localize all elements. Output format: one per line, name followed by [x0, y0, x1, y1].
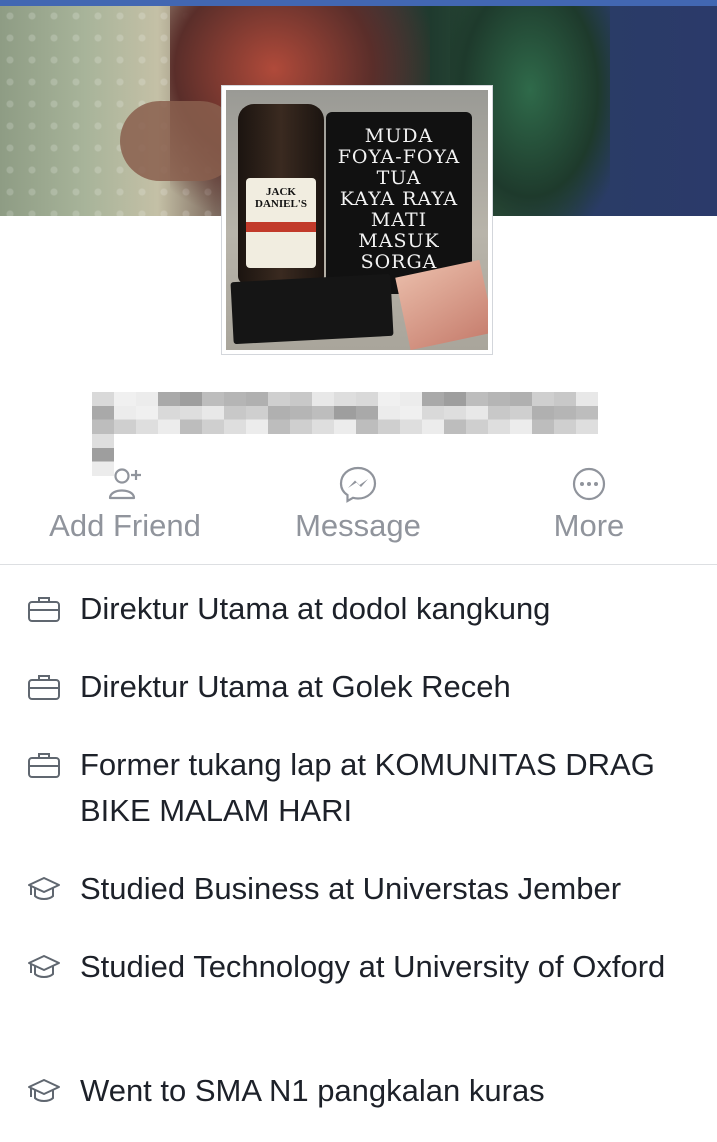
bottle-graphic: JACK DANIEL'S: [238, 104, 324, 284]
slogan-line: MUDA: [364, 125, 434, 147]
intro-item-text: Former tukang lap at KOMUNITAS DRAG BIKE…: [80, 747, 655, 828]
intro-item-text: Went to SMA N1 pangkalan kuras: [80, 1073, 545, 1108]
message-button[interactable]: Message: [268, 460, 448, 564]
redaction-pixel: [312, 392, 334, 434]
redaction-pixel: [554, 392, 576, 434]
intro-item-text: Studied Business at Universtas Jember: [80, 871, 622, 906]
redaction-pixel: [444, 392, 466, 434]
add-friend-icon: [30, 460, 220, 508]
redaction-pixel: [400, 392, 422, 434]
bottle-label: JACK DANIEL'S: [246, 178, 316, 268]
redaction-pixel: [510, 392, 532, 434]
redaction-pixel: [466, 392, 488, 434]
redaction-pixel: [246, 392, 268, 434]
redaction-pixel: [180, 392, 202, 434]
redaction-pixel: [378, 392, 400, 434]
add-friend-label: Add Friend: [49, 508, 201, 543]
profile-actions: Add Friend Message More: [0, 460, 717, 565]
slogan-line: MATI: [370, 209, 428, 231]
redaction-pixel: [268, 392, 290, 434]
briefcase-icon: [27, 750, 61, 780]
redaction-pixel: [532, 392, 554, 434]
redaction-pixel: [422, 392, 444, 434]
redaction-pixel: [290, 392, 312, 434]
messenger-icon: [268, 460, 448, 508]
more-button[interactable]: More: [520, 460, 658, 564]
slogan-line: KAYA RAYA: [339, 188, 459, 210]
profile-name-redacted: [92, 392, 614, 476]
redaction-pixel: [356, 392, 378, 434]
profile-picture-image: JACK DANIEL'S MUDA FOYA-FOYA TUA KAYA RA…: [226, 90, 488, 350]
intro-item-text: Direktur Utama at Golek Receh: [80, 669, 511, 704]
message-label: Message: [295, 508, 421, 543]
redaction-pixel: [136, 392, 158, 434]
redaction-pixel: [202, 392, 224, 434]
profile-picture[interactable]: JACK DANIEL'S MUDA FOYA-FOYA TUA KAYA RA…: [221, 85, 493, 355]
intro-item-text: Studied Technology at University of Oxfo…: [80, 949, 666, 984]
more-label: More: [553, 508, 625, 543]
slogan-line: FOYA-FOYA: [337, 146, 461, 168]
redaction-pixel: [488, 392, 510, 434]
briefcase-icon: [27, 672, 61, 702]
graduation-cap-icon: [27, 874, 61, 904]
graduation-cap-icon: [27, 952, 61, 982]
slogan-line: TUA: [376, 167, 422, 189]
cigarette-box-graphic: [230, 273, 394, 345]
graduation-cap-icon: [27, 1076, 61, 1106]
intro-item-text: Direktur Utama at dodol kangkung: [80, 591, 551, 626]
redaction-pixel: [334, 392, 356, 434]
briefcase-icon: [27, 594, 61, 624]
redaction-pixel: [114, 392, 136, 434]
bottle-label-text: JACK DANIEL'S: [255, 186, 307, 210]
redaction-pixel: [92, 392, 114, 434]
redaction-pixel: [158, 392, 180, 434]
add-friend-button[interactable]: Add Friend: [30, 460, 220, 564]
redaction-pixel: [224, 392, 246, 434]
redaction-pixel: [576, 392, 598, 434]
more-icon: [520, 460, 658, 508]
bottle-label-stripe: [246, 222, 316, 232]
